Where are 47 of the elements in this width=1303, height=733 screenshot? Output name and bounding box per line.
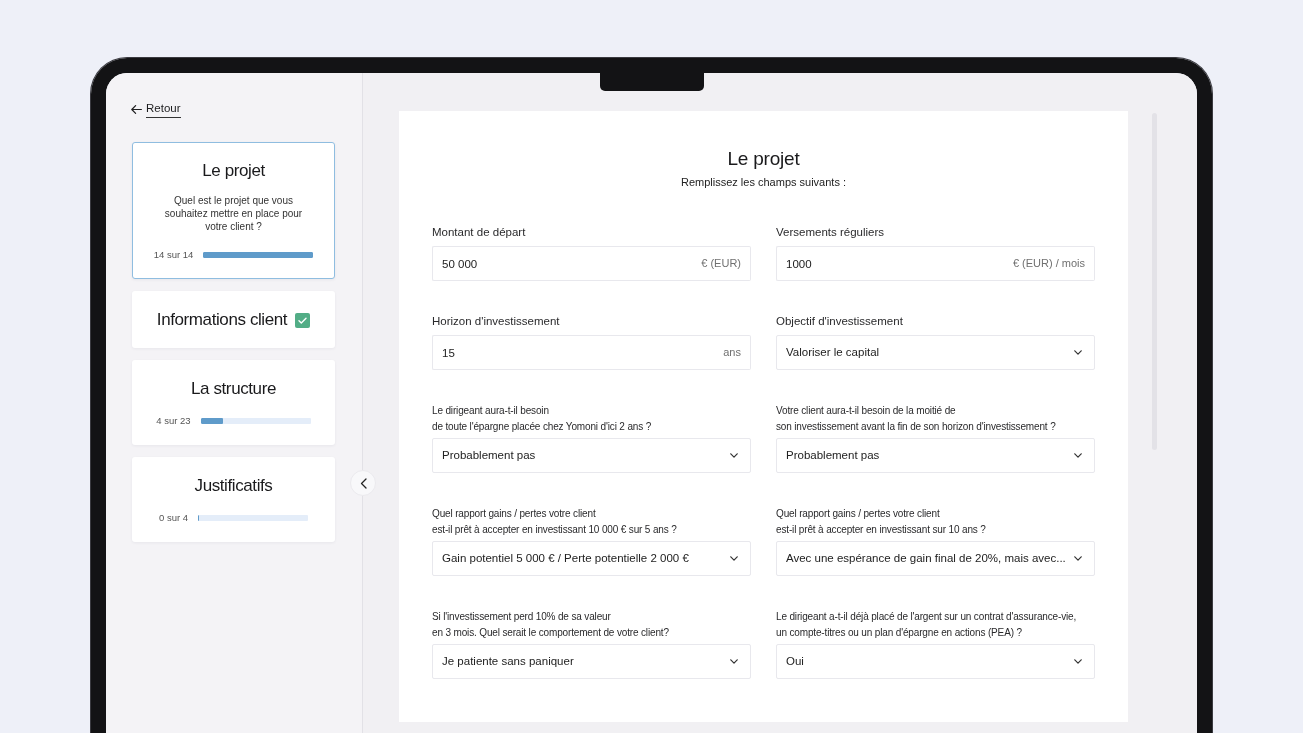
form-subtitle: Remplissez les champs suivants : [679,175,848,190]
field-label: Quel rapport gains / pertes votre client est-il prêt à accepter en investissant 10 000 € sur 5 ans ? [432,507,678,537]
chevron-down-icon [1074,350,1082,355]
amount-input[interactable]: 1000 [776,246,1008,281]
step-card[interactable]: Le projet Quel est le projet que vous souhaitez mettre en place pour votre client ? 14 sur 14 [132,142,335,279]
step-description: Quel est le projet que vous souhaitez mettre en place pour votre client ? [163,194,304,233]
amount-input[interactable]: 15 [432,335,719,370]
dropdown-field[interactable]: Je patiente sans paniquer [432,644,751,679]
step-title: Justificatifs [194,476,273,496]
field-label: Horizon d'investissement [432,314,561,329]
dropdown-field[interactable]: Oui [776,644,1095,679]
dropdown-field[interactable]: Avec une espérance de gain final de 20%, mais avec... [776,541,1095,576]
chevron-down-icon [730,453,738,458]
field-label: Quel rapport gains / pertes votre client est-il prêt à accepter en investissant sur 10 ans ? [776,507,987,537]
dropdown-field[interactable]: Gain potentiel 5 000 € / Perte potentielle 2 000 € [432,541,751,576]
step-title: Informations client [156,310,288,330]
dropdown-field[interactable]: Probablement pas [432,438,751,473]
progress-count: 14 sur 14 [153,249,194,261]
dropdown-field[interactable]: Valoriser le capital [776,335,1095,370]
back-link[interactable]: Retour [131,100,181,118]
step-card[interactable]: Informations client [132,291,335,348]
step-title: Le projet [202,161,265,181]
arrow-left-icon [131,104,142,114]
unit-label: € (EUR) [695,246,751,281]
field-label: Versements réguliers [776,225,886,240]
chevron-down-icon [1074,453,1082,458]
progress-count: 0 sur 4 [158,512,188,524]
dropdown-field[interactable]: Probablement pas [776,438,1095,473]
field-label: Objectif d'investissement [776,314,904,329]
step-card[interactable]: La structure 4 sur 23 [132,360,335,445]
chevron-down-icon [730,556,738,561]
chevron-down-icon [1074,556,1082,561]
unit-label: € (EUR) / mois [1006,246,1095,281]
amount-input[interactable]: 50 000 [432,246,697,281]
chevron-down-icon [730,659,738,664]
progress-count: 4 sur 23 [156,415,191,427]
field-label: Le dirigeant a-t-il déjà placé de l'argent sur un contrat d'assurance-vie, un compte-titres ou un plan d'épargne en actions (PEA) ? [776,610,1078,640]
step-card[interactable]: Justificatifs 0 sur 4 [132,457,335,542]
unit-label: ans [717,335,751,370]
field-label: Le dirigeant aura-t-il besoin de toute l'épargne placée chez Yomoni d'ici 2 ans ? [432,404,653,434]
field-label: Montant de départ [432,225,527,240]
chevron-left-icon [359,477,367,489]
step-title: La structure [191,379,276,399]
chevron-down-icon [1074,659,1082,664]
form-title: Le projet [726,148,801,170]
field-label: Votre client aura-t-il besoin de la moitié de son investissement avant la fin de son horizon d'investissement ? [776,404,1057,434]
field-label: Si l'investissement perd 10% de sa valeur en 3 mois. Quel serait le comportement de votre client? [432,610,670,640]
